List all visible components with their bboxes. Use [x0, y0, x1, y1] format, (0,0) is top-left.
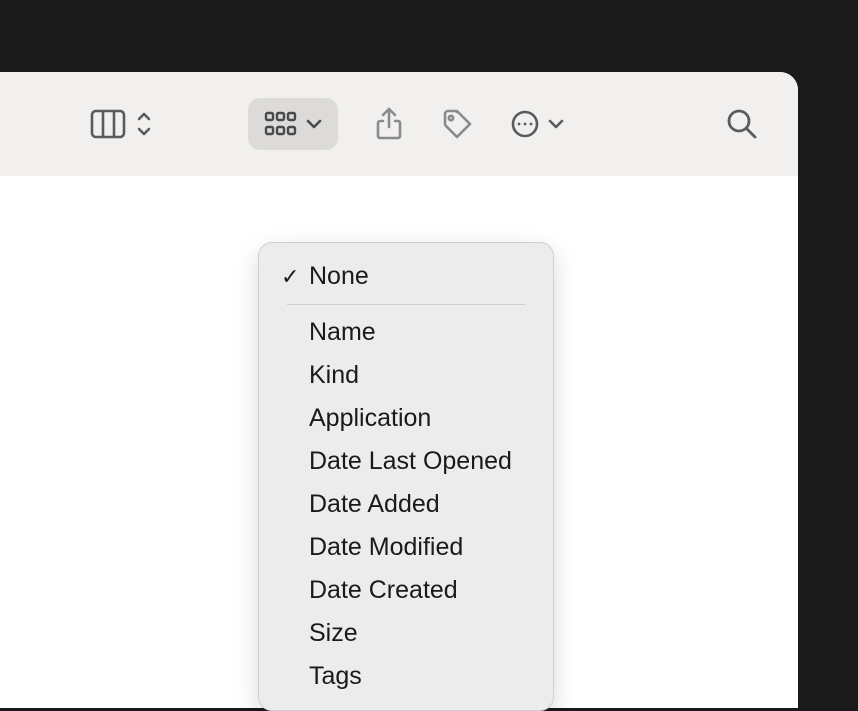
search-button[interactable] — [726, 108, 758, 140]
share-button[interactable] — [374, 106, 404, 142]
menu-item-label: Size — [309, 619, 358, 648]
menu-item-application[interactable]: Application — [259, 397, 553, 440]
menu-item-kind[interactable]: Kind — [259, 354, 553, 397]
group-by-button[interactable] — [248, 98, 338, 150]
menu-item-label: Date Added — [309, 490, 440, 519]
menu-item-date-last-opened[interactable]: Date Last Opened — [259, 440, 553, 483]
menu-item-label: Date Modified — [309, 533, 463, 562]
menu-item-label: Date Last Opened — [309, 447, 512, 476]
group-by-menu: ✓ None Name Kind Application Date Last O… — [258, 242, 554, 711]
menu-item-label: Name — [309, 318, 376, 347]
menu-item-date-added[interactable]: Date Added — [259, 483, 553, 526]
chevron-down-icon — [548, 118, 564, 130]
chevron-down-icon — [306, 118, 322, 130]
menu-separator — [287, 304, 525, 305]
group-icon — [264, 110, 298, 138]
columns-view-icon — [90, 109, 126, 139]
more-button[interactable] — [510, 109, 564, 139]
view-switcher[interactable] — [90, 109, 152, 139]
menu-item-label: Tags — [309, 662, 362, 691]
menu-item-label: Date Created — [309, 576, 458, 605]
menu-item-size[interactable]: Size — [259, 612, 553, 655]
menu-item-date-modified[interactable]: Date Modified — [259, 526, 553, 569]
menu-item-date-created[interactable]: Date Created — [259, 569, 553, 612]
menu-item-name[interactable]: Name — [259, 311, 553, 354]
checkmark-icon: ✓ — [281, 264, 301, 290]
menu-item-label: Kind — [309, 361, 359, 390]
menu-item-none[interactable]: ✓ None — [259, 255, 553, 298]
tag-button[interactable] — [440, 107, 474, 141]
sort-arrows-icon — [136, 110, 152, 138]
menu-item-label: None — [309, 262, 369, 291]
menu-item-label: Application — [309, 404, 431, 433]
toolbar — [0, 72, 798, 176]
finder-window: ✓ None Name Kind Application Date Last O… — [0, 72, 798, 708]
menu-item-tags[interactable]: Tags — [259, 655, 553, 698]
